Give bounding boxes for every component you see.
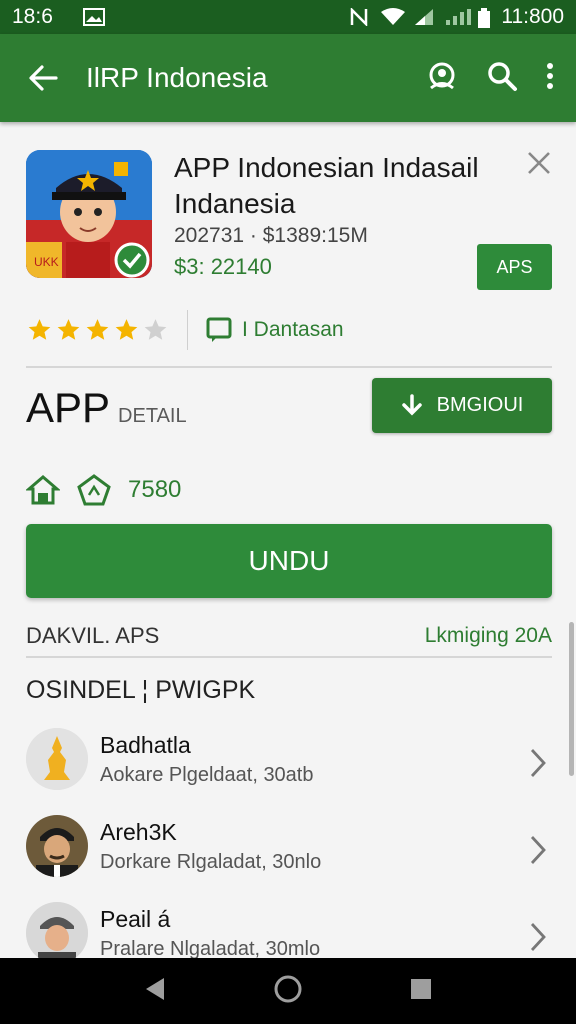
more-vert-icon (547, 62, 553, 89)
nav-home-button[interactable] (273, 974, 303, 1009)
nav-back-button[interactable] (142, 975, 168, 1008)
app-name: APP Indonesian Indasail Indanesia (174, 152, 479, 219)
gallery-notification-icon (82, 8, 105, 26)
stat-value: 7580 (128, 476, 182, 503)
download-button[interactable]: BMGIOUI (372, 378, 552, 433)
status-time-left: 18:6 (12, 5, 53, 28)
app-type-badge[interactable]: APS (477, 244, 552, 290)
download-label: BMGIOUI (436, 394, 524, 416)
wifi-icon (381, 8, 406, 26)
circle-home-icon (274, 975, 302, 1002)
list-item-name: Peail á (100, 906, 171, 932)
list-item-name: Areh3K (100, 819, 177, 845)
detail-title: APP (26, 384, 111, 431)
avatar (26, 815, 88, 877)
list-item[interactable]: Badhatla Aokare Plgeldaat, 30atb (26, 726, 552, 813)
avatar (26, 902, 88, 964)
list-item-subtitle: Aokare Plgeldaat, 30atb (100, 764, 314, 786)
star-icon (86, 319, 109, 340)
category-label: I Dantasan (242, 318, 344, 341)
app-bar-title: IlRP Indonesia (86, 62, 268, 93)
status-time-right: 11:800 (501, 5, 564, 28)
list-item[interactable]: Areh3K Dorkare Rlgaladat, 30nlo (26, 813, 552, 900)
app-list: Badhatla Aokare Plgeldaat, 30atb Areh3K … (26, 726, 552, 987)
detail-heading: APP DETAIL (26, 384, 187, 432)
primary-download-button[interactable]: UNDU (26, 524, 552, 598)
app-meta: 202731 · $1389:15M (174, 224, 368, 247)
stats-row: 7580 (26, 470, 181, 510)
star-icon (57, 319, 80, 340)
system-nav-bar (0, 958, 576, 1024)
square-recents-icon (410, 978, 431, 999)
app-header: UKK APP Indonesian Indasail Indanesia 20… (26, 150, 552, 290)
home-icon (26, 475, 60, 505)
nfc-icon (349, 6, 371, 28)
download-icon (401, 393, 422, 415)
chat-icon (206, 317, 232, 342)
chevron-right-icon (526, 833, 550, 867)
signal-icon (413, 8, 435, 26)
app-price: $3: 22140 (174, 254, 272, 279)
app-icon[interactable]: UKK (26, 150, 152, 278)
profile-button[interactable] (426, 61, 458, 96)
star-icon (144, 319, 167, 340)
section-label: DAKVIL. APS (26, 623, 160, 648)
search-button[interactable] (486, 60, 518, 97)
chevron-right-icon (526, 746, 550, 780)
status-bar: 18:6 11:800 (0, 0, 576, 34)
signal-2-icon (445, 8, 472, 26)
nav-recents-button[interactable] (408, 976, 434, 1007)
avatar (26, 728, 88, 790)
star-icon (28, 319, 51, 340)
star-rating (26, 317, 169, 343)
divider (26, 656, 552, 658)
chevron-right-icon (526, 920, 550, 954)
category-link[interactable]: I Dantasan (206, 317, 344, 343)
divider (26, 366, 552, 368)
back-button[interactable] (0, 65, 86, 91)
app-icon-label: UKK (34, 255, 59, 269)
section-header: DAKVIL. APS Lkmiging 20A (26, 620, 552, 652)
search-icon (488, 61, 517, 91)
back-arrow-icon (29, 65, 58, 91)
divider (187, 310, 188, 350)
list-item-subtitle: Dorkare Rlgaladat, 30nlo (100, 851, 322, 873)
list-item-name: Badhatla (100, 732, 191, 758)
triangle-back-icon (146, 977, 165, 1000)
close-button[interactable] (526, 150, 552, 176)
pentagon-star-icon (77, 474, 111, 506)
list-title: OSINDEL ¦ PWIGPK (26, 676, 256, 704)
section-link[interactable]: Lkmiging 20A (425, 624, 552, 648)
close-icon (528, 152, 550, 174)
rating-row: I Dantasan (26, 310, 552, 350)
more-options-button[interactable] (546, 62, 554, 95)
star-icon (115, 319, 138, 340)
scrollbar[interactable] (569, 622, 574, 776)
app-bar: IlRP Indonesia (0, 34, 576, 122)
profile-icon (429, 62, 455, 89)
battery-icon (477, 8, 491, 28)
detail-subtitle: DETAIL (118, 405, 187, 427)
